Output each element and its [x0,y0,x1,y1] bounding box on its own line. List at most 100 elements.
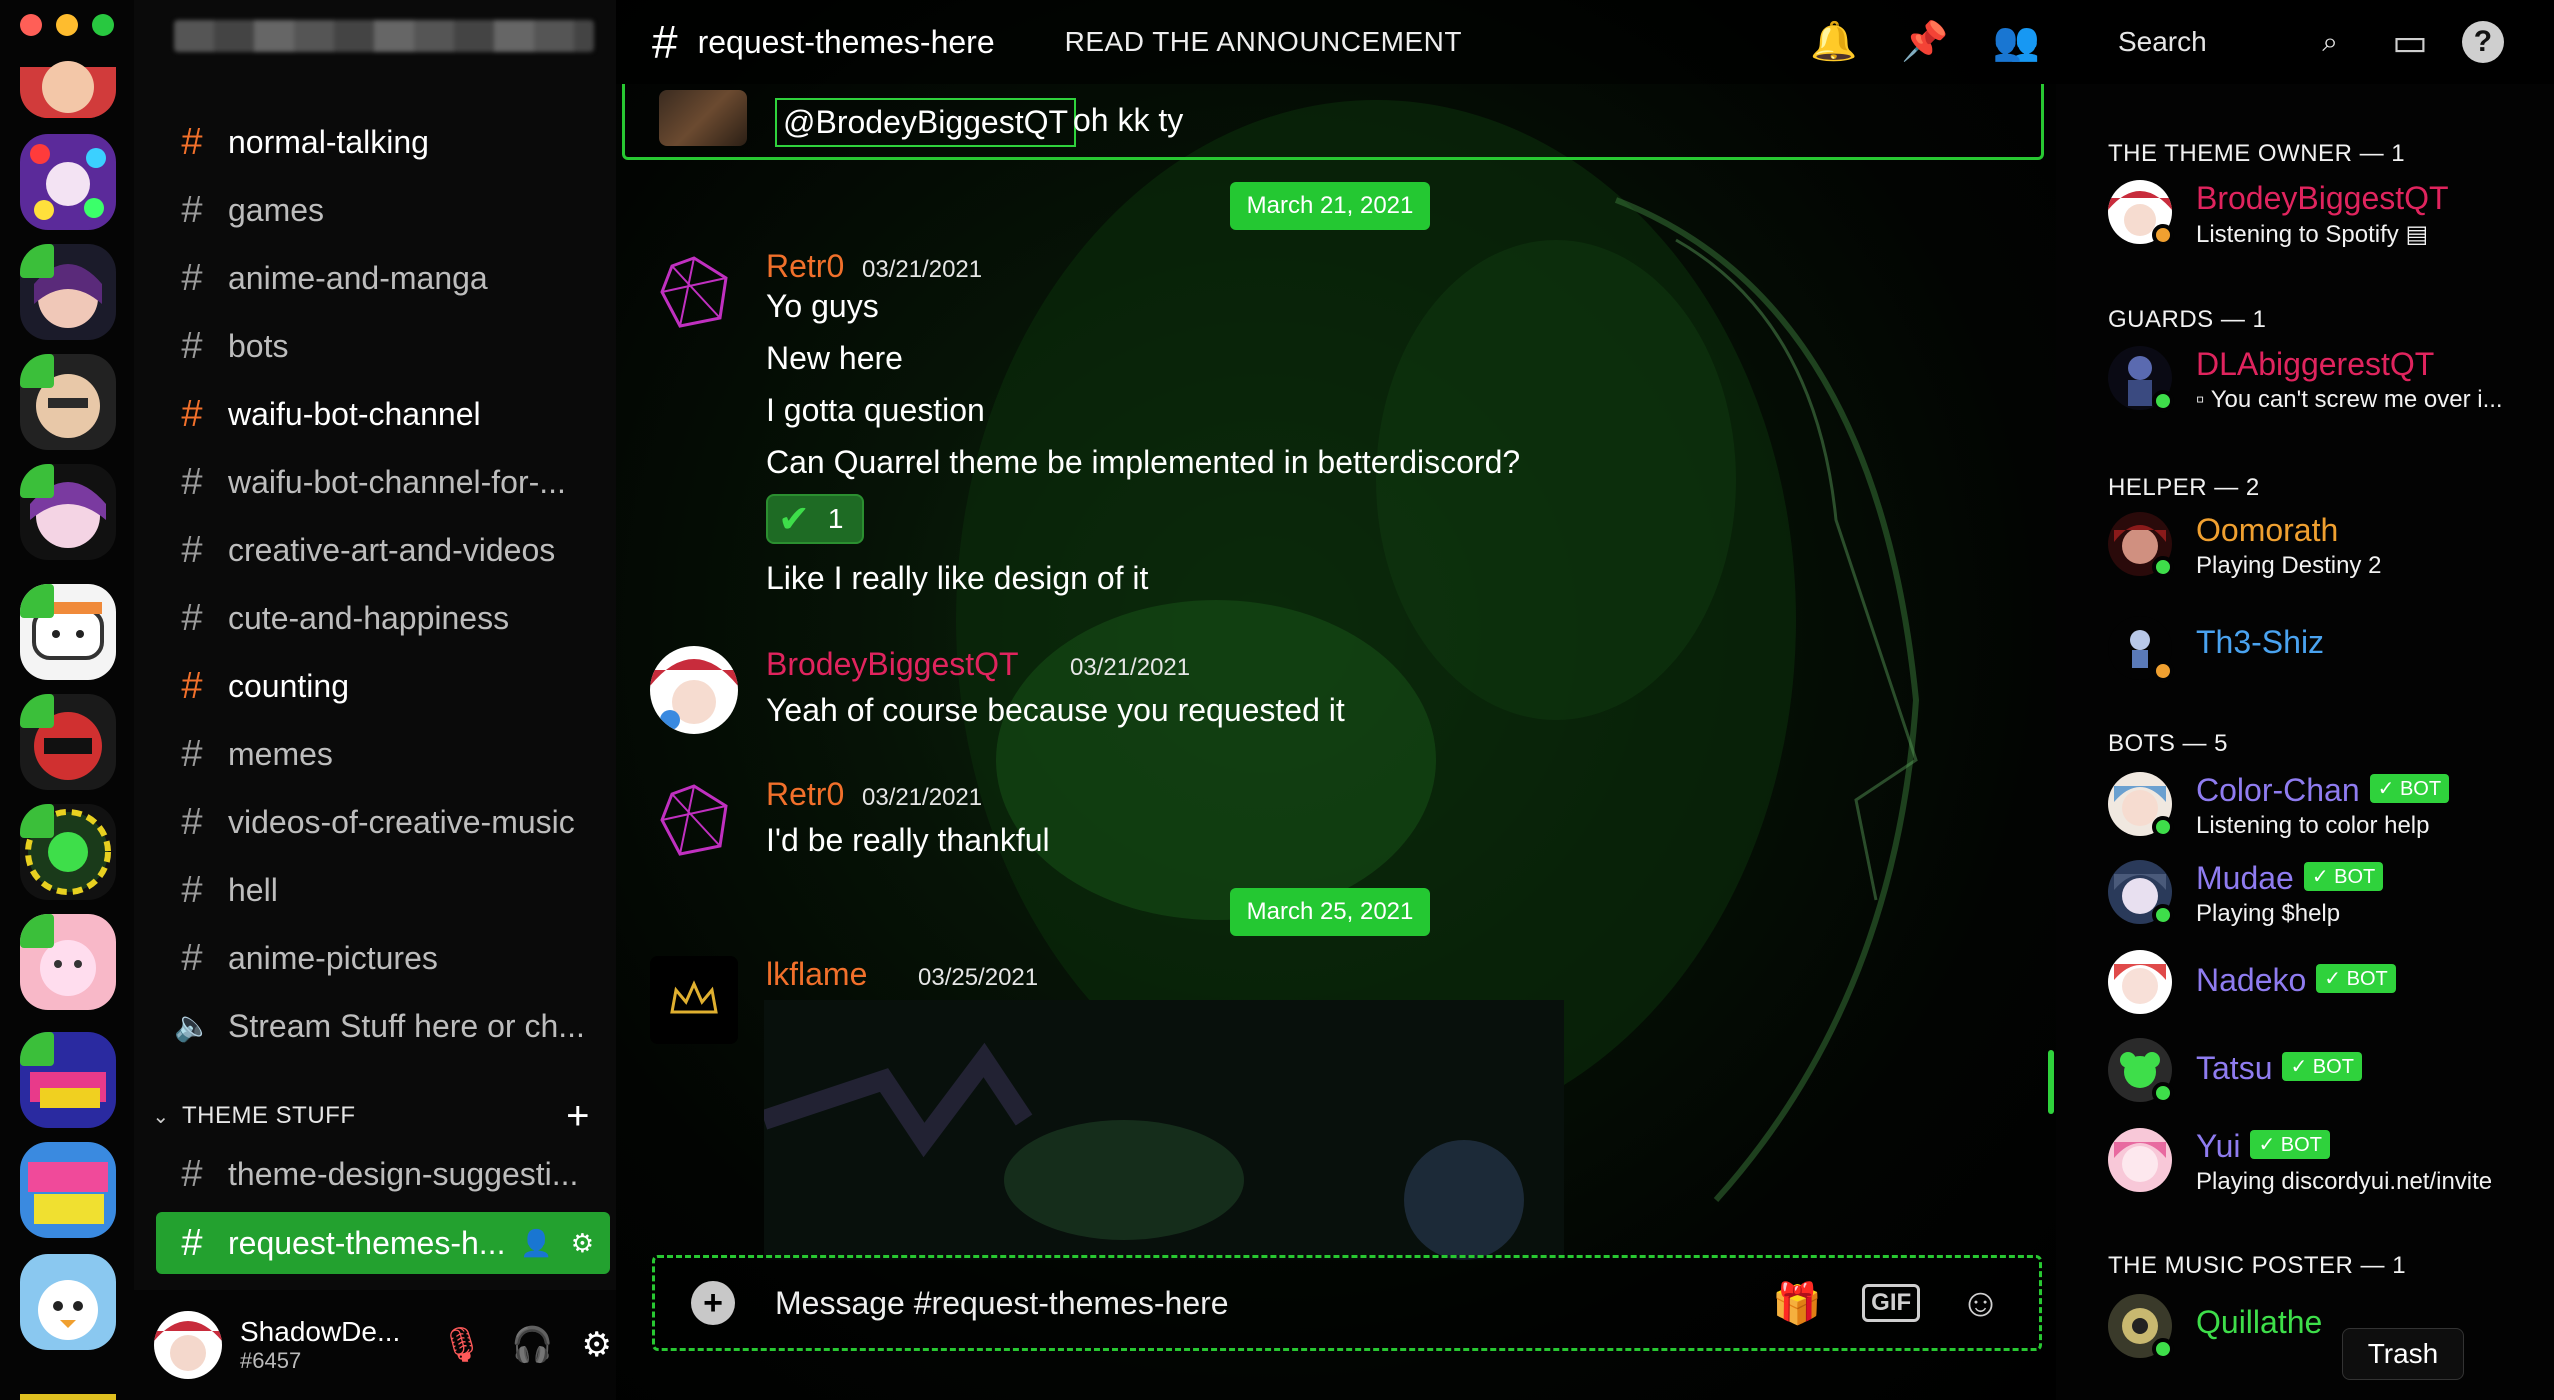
gift-icon[interactable]: 🎁 [1772,1280,1822,1327]
message-author[interactable]: Retr0 [766,776,844,813]
user-mention[interactable]: @BrodeyBiggestQT [775,98,1077,147]
gear-icon[interactable]: ⚙ [582,1325,612,1365]
mute-mic-icon[interactable]: 🎙 [440,1325,483,1365]
image-attachment[interactable] [764,1000,1564,1260]
channel-item[interactable]: # waifu-bot-channel [174,386,614,442]
chat-area: # request-themes-here READ THE ANNOUNCEM… [616,0,2056,1400]
member-activity: Playing Destiny 2 [2196,552,2382,579]
member-item[interactable]: Mudae ✓ BOT Playing $help [2108,860,2548,930]
server-icon[interactable] [20,1364,116,1400]
member-item[interactable]: DLAbiggerestQT ▫ You can't screw me over… [2108,346,2548,416]
search-input[interactable]: Search ⌕ [2098,16,2358,68]
hash-icon: # [181,936,203,979]
member-name: Th3-Shiz [2196,624,2325,660]
hash-icon: # [181,120,203,163]
date-divider: March 25, 2021 [1230,888,1430,936]
member-item[interactable]: Color-Chan ✓ BOT Listening to color help [2108,772,2548,842]
server-list [0,0,134,1400]
emoji-icon[interactable]: ☺ [1960,1281,2001,1326]
server-icon[interactable] [20,584,116,680]
channel-item[interactable]: # videos-of-creative-music [174,794,614,850]
server-icon[interactable] [20,244,116,340]
bell-icon[interactable]: 🔔 [1810,20,1857,64]
member-item[interactable]: Yui ✓ BOT Playing discordyui.net/invite [2108,1128,2548,1198]
message-text: New here [766,340,903,376]
status-idle-icon [2152,660,2174,682]
server-icon[interactable] [20,804,116,900]
member-item[interactable]: Nadeko ✓ BOT [2108,950,2548,1020]
channel-item[interactable]: # normal-talking [174,114,614,170]
member-item[interactable]: BrodeyBiggestQT Listening to Spotify ▤ [2108,180,2548,250]
channel-label: anime-and-manga [228,259,488,296]
server-name[interactable] [174,20,594,52]
voice-channel-item[interactable]: 🔈 Stream Stuff here or ch... [174,998,614,1054]
gif-button[interactable]: GIF [1862,1284,1921,1322]
channel-item[interactable]: # creative-art-and-videos [174,522,614,578]
member-item[interactable]: Th3-Shiz [2108,616,2548,686]
channel-label: cute-and-happiness [228,599,510,636]
window-close-button[interactable] [20,14,42,36]
channel-item[interactable]: # memes [174,726,614,782]
server-icon[interactable] [20,1032,116,1128]
channel-item-active[interactable]: # request-themes-h... 👤 ⚙ [156,1212,610,1274]
avatar[interactable] [154,1311,222,1379]
server-icon[interactable] [20,1142,116,1238]
invite-icon[interactable]: 👤 [520,1228,552,1259]
category-theme-stuff[interactable]: ⌄ THEME STUFF + [148,1094,598,1139]
header-toolbar: 🔔 📌 👥 Search ⌕ ▭ ? [1810,0,2554,84]
channel-label: normal-talking [228,123,429,160]
hash-icon: # [181,800,203,843]
channel-item[interactable]: # counting [174,658,614,714]
member-group-heading: BOTS — 5 [2108,730,2229,757]
server-icon[interactable] [20,694,116,790]
message-author[interactable]: Retr0 [766,248,844,285]
scrollbar-thumb[interactable] [2048,1050,2054,1114]
inbox-icon[interactable]: ▭ [2392,20,2428,65]
message-author[interactable]: lkflame [766,956,867,993]
member-item[interactable]: Oomorath Playing Destiny 2 [2108,512,2548,582]
channel-sidebar: # normal-talking # games # anime-and-manga … [134,0,616,1400]
window-zoom-button[interactable] [92,14,114,36]
pin-icon[interactable]: 📌 [1901,20,1948,64]
avatar[interactable] [650,776,738,864]
message-timestamp: 03/21/2021 [862,784,983,811]
avatar[interactable] [659,90,747,146]
server-icon[interactable] [20,354,116,450]
channel-topic[interactable]: READ THE ANNOUNCEMENT [1065,26,1462,58]
avatar[interactable] [650,248,738,336]
channel-label: creative-art-and-videos [228,531,556,568]
channel-item[interactable]: # theme-design-suggesti... [174,1146,614,1202]
upload-plus-icon[interactable]: + [691,1281,735,1325]
channel-item[interactable]: # hell [174,862,614,918]
avatar[interactable] [650,646,738,734]
channel-item[interactable]: # games [174,182,614,238]
message-input[interactable]: Message #request-themes-here [775,1285,1229,1322]
channel-item[interactable]: # waifu-bot-channel-for-... [174,454,614,510]
channel-item[interactable]: # anime-and-manga [174,250,614,306]
avatar[interactable] [650,956,738,1044]
member-item[interactable]: Quillathe [2108,1294,2548,1364]
chevron-down-icon: ⌄ [152,1105,170,1128]
headphones-icon[interactable]: 🎧 [511,1325,553,1365]
member-name: DLAbiggerestQT [2196,346,2435,382]
reaction-button[interactable]: ✔ 1 [766,494,864,544]
message-author[interactable]: BrodeyBiggestQT [766,646,1019,683]
window-minimize-button[interactable] [56,14,78,36]
channel-item[interactable]: # bots [174,318,614,374]
bot-badge: ✓ BOT [2369,774,2450,804]
message-text: Yo guys [766,288,879,324]
server-icon[interactable] [20,1254,116,1350]
channel-item[interactable]: # anime-pictures [174,930,614,986]
member-item[interactable]: Tatsu ✓ BOT [2108,1038,2548,1108]
channel-label: waifu-bot-channel [228,395,481,432]
message-composer[interactable]: + Message #request-themes-here 🎁 GIF ☺ [652,1255,2042,1351]
server-icon[interactable] [20,464,116,560]
server-icon[interactable] [20,914,116,1010]
gear-icon[interactable]: ⚙ [571,1228,594,1259]
channel-item[interactable]: # cute-and-happiness [174,590,614,646]
server-icon[interactable] [20,134,116,230]
server-icon[interactable] [20,52,116,118]
add-channel-icon[interactable]: + [558,1094,598,1139]
members-icon[interactable]: 👥 [1993,20,2040,64]
help-icon[interactable]: ? [2461,21,2504,63]
